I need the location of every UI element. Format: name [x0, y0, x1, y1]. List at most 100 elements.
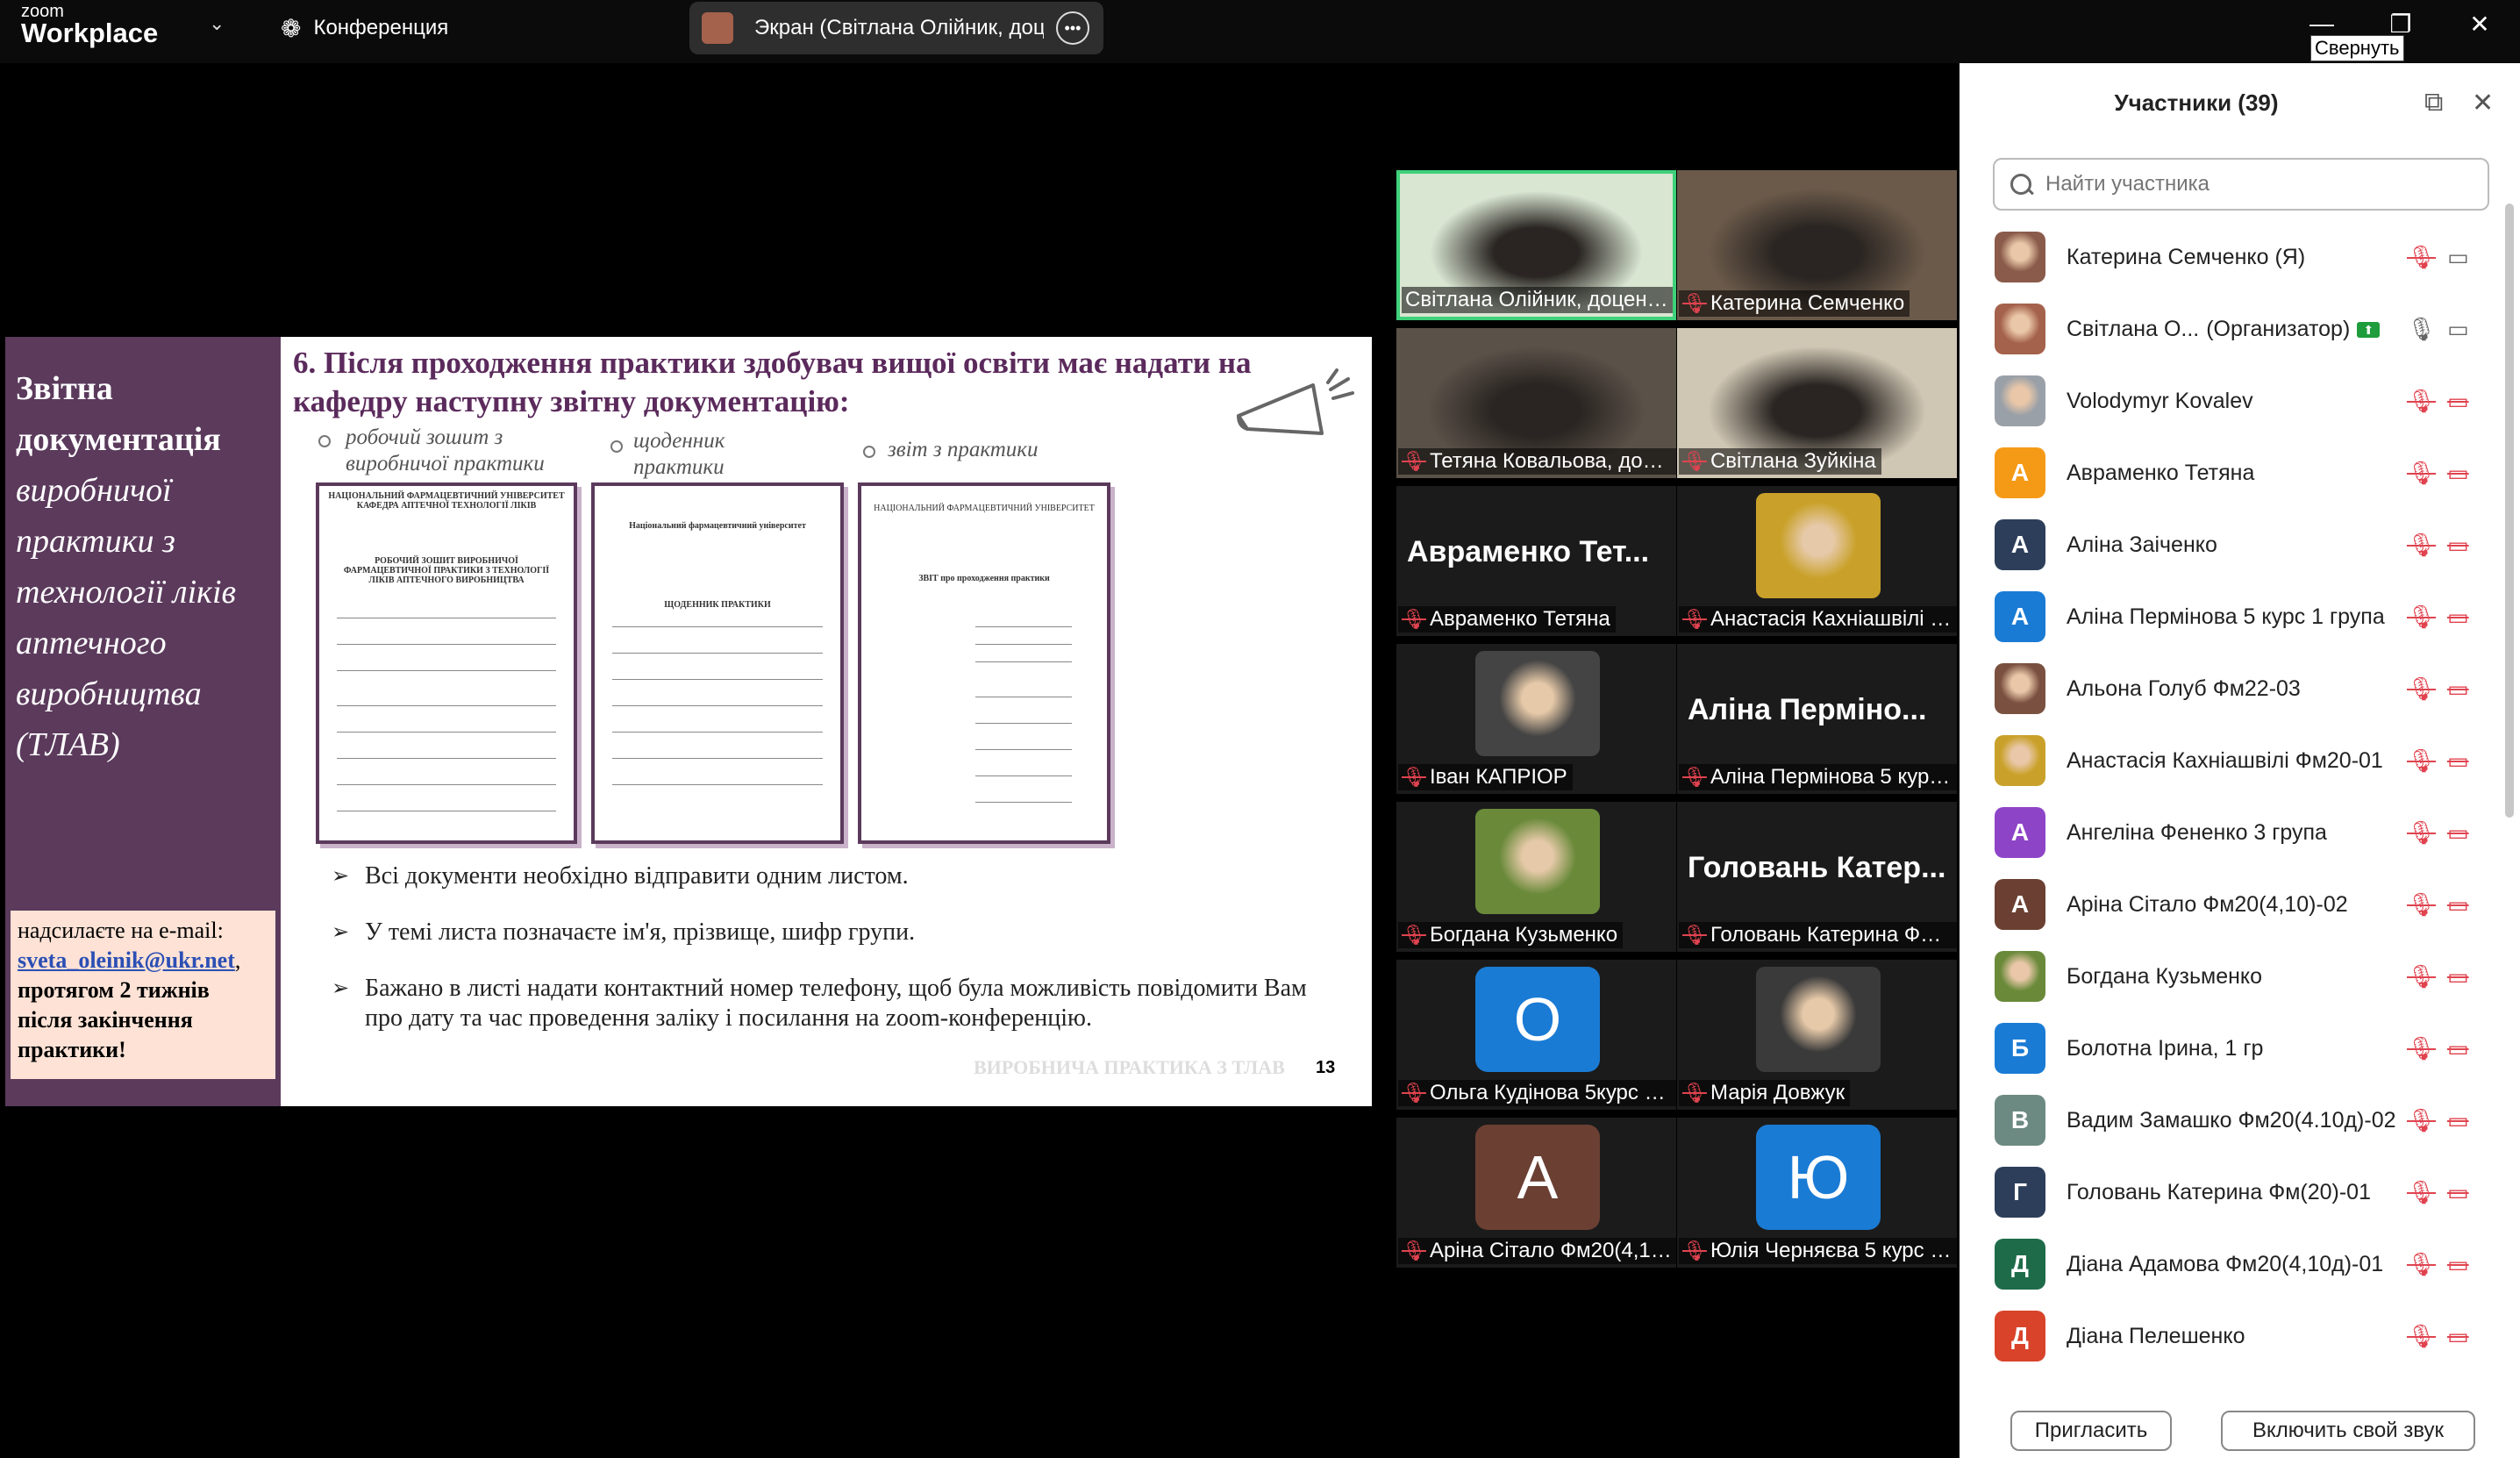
video-tile[interactable]: 🎙︎Анастасія Кахніашвілі Фм20-01	[1677, 486, 1957, 636]
video-tile-label: 🎙︎Ольга Кудінова 5курс 1 група	[1398, 1080, 1676, 1106]
video-tile[interactable]: 🎙︎ Богдана Кузьменко	[1396, 802, 1676, 952]
participant-name-text: Альона Голуб Фм22-03	[2067, 675, 2301, 701]
title-bar: zoom Workplace ⌄ ❁ Конференция Экран (Св…	[0, 0, 2520, 63]
side-title-line: виробництва	[16, 675, 202, 712]
camera-icon: ▭	[2447, 315, 2469, 342]
participant-row[interactable]: В Вадим Замашко Фм20(4.10д)-02 🎙︎ ▭	[1960, 1084, 2503, 1156]
participant-row-name: Світлана О... (Организатор) ⬆	[2067, 316, 2381, 342]
mic-muted-icon: 🎙︎	[1402, 608, 1426, 630]
participant-row-name: Ангеліна Фененко 3 група	[2067, 820, 2327, 846]
email-deadline-2: після закінчення практики!	[18, 1007, 193, 1062]
participant-row-name: Діана Адамова Фм20(4,10д)-01	[2067, 1252, 2383, 1277]
participant-row[interactable]: Д Діана Адамова Фм20(4,10д)-01 🎙︎ ▭	[1960, 1228, 2503, 1300]
video-tile-label: 🎙︎ Авраменко Тетяна	[1398, 606, 1616, 633]
conference-menu[interactable]: ❁ Конференция	[281, 12, 448, 44]
slide-bullet-list: Всі документи необхідно відправити одним…	[332, 861, 1349, 1060]
close-window-button[interactable]: ✕	[2440, 0, 2519, 47]
doc-title: НАЦІОНАЛЬНИЙ ФАРМАЦЕВТИЧНИЙ УНІВЕРСИТЕТ …	[328, 491, 565, 511]
doc-subtitle: РОБОЧИЙ ЗОШИТ ВИРОБНИЧОЇ ФАРМАЦЕВТИЧНОЇ …	[343, 556, 550, 585]
video-tile-label: 🎙︎ Катерина Семченко	[1679, 290, 1910, 317]
participant-row[interactable]: Богдана Кузьменко 🎙︎ ▭	[1960, 940, 2503, 1012]
mic-muted-icon: 🎙︎	[2407, 1322, 2437, 1349]
email-deadline: протягом 2 тижнів	[18, 977, 210, 1003]
camera-off-icon: ▭	[2447, 1106, 2469, 1133]
close-panel-icon[interactable]: ✕	[2472, 88, 2494, 118]
participant-row-name: Анастасія Кахніашвілі Фм20-01	[2067, 748, 2383, 774]
participant-avatar: Ю	[1756, 1125, 1881, 1230]
unmute-button[interactable]: Включить свой звук	[2221, 1411, 2475, 1451]
participant-search-input[interactable]	[2044, 171, 2468, 197]
mic-muted-icon: 🎙︎	[1402, 1240, 1426, 1261]
participant-name-text: Анастасія Кахніашвілі Фм20-01	[2067, 747, 2383, 773]
participant-name: Іван КАПРІОР	[1429, 765, 1567, 789]
participant-row[interactable]: А Аліна Заіченко 🎙︎ ▭	[1960, 509, 2503, 581]
participant-row[interactable]: Катерина Семченко (Я) 🎙︎ ▭	[1960, 221, 2503, 293]
participant-name-text: Аліна Пермінова 5 курс 1 група	[2067, 604, 2385, 629]
mic-icon: 🎙︎	[2407, 315, 2437, 342]
participant-row[interactable]: Б Болотна Ірина, 1 гр 🎙︎ ▭	[1960, 1012, 2503, 1084]
chevron-down-icon[interactable]: ⌄	[209, 12, 225, 35]
video-tile[interactable]: А 🎙︎ Аріна Сітало Фм20(4,10)-02	[1396, 1118, 1676, 1268]
video-tile[interactable]: Головань Катер... 🎙︎ Головань Катерина Фм(…	[1677, 802, 1957, 952]
doc-subtitle: ЩОДЕННИК ПРАКТИКИ	[664, 600, 771, 610]
slide-bullet: Бажано в листі надати контактний номер т…	[332, 974, 1349, 1033]
participant-row[interactable]: Volodymyr Kovalev 🎙︎ ▭	[1960, 365, 2503, 437]
camera-off-icon: ▭	[2447, 531, 2469, 558]
participant-name: Ольга Кудінова 5курс 1 група	[1429, 1081, 1674, 1104]
popout-icon[interactable]: ⧉	[2424, 88, 2443, 118]
participant-row[interactable]: А Ангеліна Фененко 3 група 🎙︎ ▭	[1960, 797, 2503, 868]
participant-name-text: Авраменко Тетяна	[2067, 460, 2255, 485]
participants-panel: Участники (39) ⧉ ✕ Катерина Семченко (Я)…	[1960, 63, 2520, 1458]
video-tile[interactable]: Авраменко Тет... 🎙︎ Авраменко Тетяна	[1396, 486, 1676, 636]
more-options-icon[interactable]: •••	[1056, 11, 1089, 45]
participant-row[interactable]: Світлана О... (Организатор) ⬆ 🎙︎ ▭	[1960, 293, 2503, 365]
participant-row[interactable]: А Авраменко Тетяна 🎙︎ ▭	[1960, 437, 2503, 509]
participant-role: (Организатор)	[2206, 316, 2351, 341]
video-tile[interactable]: 🎙︎ Марія Довжук	[1677, 960, 1957, 1110]
video-tile-label: 🎙︎ Марія Довжук	[1679, 1080, 1851, 1106]
video-tile[interactable]: 🎙︎ Катерина Семченко	[1677, 170, 1957, 320]
participant-name-text: Діана Адамова Фм20(4,10д)-01	[2067, 1251, 2384, 1276]
participant-avatar: В	[1995, 1095, 2045, 1146]
participant-name: Юлія Черняєва 5 курс 1 група	[1710, 1239, 1954, 1262]
participant-row[interactable]: Анастасія Кахніашвілі Фм20-01 🎙︎ ▭	[1960, 725, 2503, 797]
mic-muted-icon: 🎙︎	[1682, 608, 1707, 630]
participants-title: Участники (39)	[2114, 89, 2279, 116]
participant-search[interactable]	[1993, 158, 2489, 211]
slide-page-number: 13	[1316, 1058, 1336, 1077]
video-tile[interactable]: 🎙︎ Тетяна Ковальова, доцент	[1396, 328, 1676, 478]
video-tile[interactable]: 🎙︎ Світлана Зуйкіна	[1677, 328, 1957, 478]
doc-label-bullet	[863, 446, 875, 458]
participant-row[interactable]: Альона Голуб Фм22-03 🎙︎ ▭	[1960, 653, 2503, 725]
video-tile-label: 🎙︎Аліна Пермінова 5 курс 1 група	[1679, 764, 1957, 790]
mic-muted-icon: 🎙︎	[2407, 890, 2437, 918]
video-tile[interactable]: Світлана Олійник, доцент кафедри	[1396, 170, 1676, 320]
participant-row[interactable]: А Аріна Сітало Фм20(4,10)-02 🎙︎ ▭	[1960, 868, 2503, 940]
participant-list-scrollbar[interactable]	[2505, 204, 2514, 818]
slide-bullet: Всі документи необхідно відправити одним…	[332, 861, 1349, 891]
video-tile-label: 🎙︎Юлія Черняєва 5 курс 1 група	[1679, 1238, 1957, 1264]
screen-share-pill[interactable]: Экран (Світлана Олійник, доцент) •••	[689, 2, 1103, 54]
invite-button[interactable]: Пригласить	[2010, 1411, 2172, 1451]
participant-name: Аліна Пермінова 5 курс 1 група	[1710, 765, 1954, 789]
video-tile[interactable]: Аліна Пермінo... 🎙︎ Аліна Пермінова 5 курс…	[1677, 644, 1957, 794]
doc-label-bullet	[318, 435, 331, 447]
participant-row[interactable]: Д Діана Пелешенко 🎙︎ ▭	[1960, 1300, 2503, 1372]
participant-row[interactable]: Г Головань Катерина Фм(20)-01 🎙︎ ▭	[1960, 1156, 2503, 1228]
participant-big-name: Аліна Пермінo...	[1688, 693, 1927, 726]
mic-muted-icon: 🎙︎	[2407, 387, 2437, 414]
doc-label-diary: щоденник практики	[633, 429, 725, 479]
participant-row[interactable]: А Аліна Пермінова 5 курс 1 група 🎙︎ ▭	[1960, 581, 2503, 653]
video-tile[interactable]: О 🎙︎Ольга Кудінова 5курс 1 група	[1396, 960, 1676, 1110]
participant-big-name: Авраменко Тет...	[1407, 535, 1650, 568]
side-title-line: документація	[16, 421, 221, 458]
participant-name: Світлана Олійник, доцент кафедри	[1405, 288, 1673, 311]
participant-row-name: Авраменко Тетяна	[2067, 461, 2254, 486]
video-tile[interactable]: Ю 🎙︎Юлія Черняєва 5 курс 1 група	[1677, 1118, 1957, 1268]
video-tile[interactable]: 🎙︎ Іван КАПРІОР	[1396, 644, 1676, 794]
slide-side-panel: Звітна документація виробничої практики …	[5, 337, 281, 1106]
participant-row-name: Вадим Замашко Фм20(4.10д)-02	[2067, 1108, 2396, 1133]
mic-muted-icon: 🎙︎	[1682, 1240, 1707, 1261]
email-comma: ,	[234, 947, 241, 973]
participant-avatar	[1995, 232, 2045, 282]
